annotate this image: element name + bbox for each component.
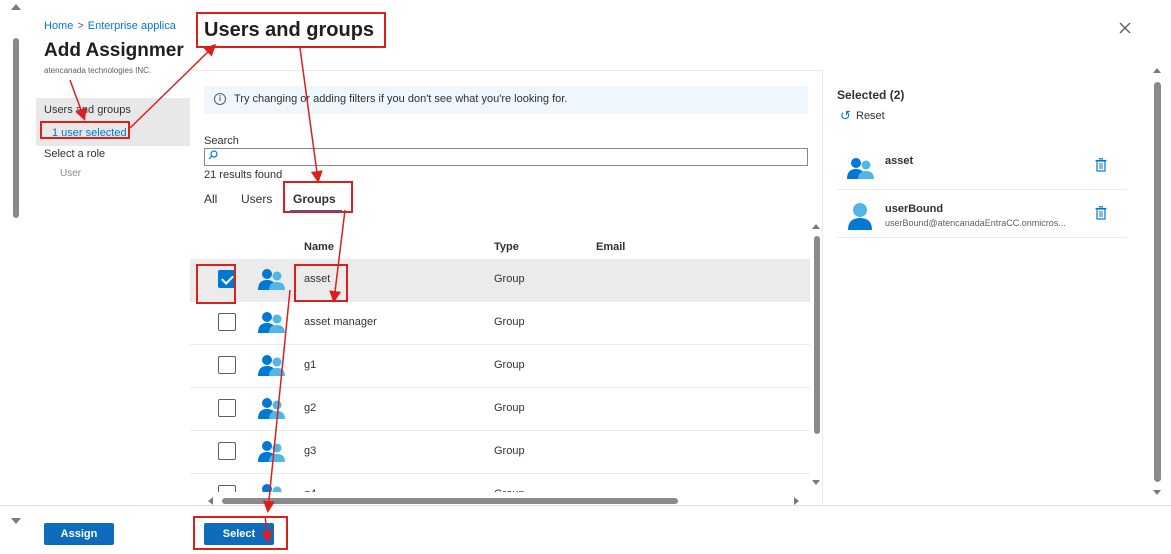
tab-users[interactable]: Users	[241, 192, 272, 206]
row-checkbox[interactable]	[218, 399, 236, 417]
annotation-box-user-selected	[40, 121, 130, 139]
row-name: g1	[304, 359, 317, 371]
info-text: Try changing or adding filters if you do…	[234, 93, 568, 105]
table-horizontal-scrollbar[interactable]	[204, 496, 808, 506]
annotation-box-asset	[294, 264, 348, 302]
search-input[interactable]	[204, 148, 808, 166]
scroll-left-arrow-icon[interactable]	[208, 497, 213, 505]
row-checkbox[interactable]	[218, 356, 236, 374]
selected-item-name: asset	[885, 155, 914, 167]
results-count: 21 results found	[204, 169, 283, 181]
table-row[interactable]: g3 Group	[190, 431, 810, 474]
side-nav-select-role-label: Select a role	[44, 148, 106, 160]
scroll-up-arrow-icon[interactable]	[11, 4, 21, 10]
scroll-right-arrow-icon[interactable]	[794, 497, 799, 505]
breadcrumb: Home > Enterprise applica	[44, 20, 176, 32]
scroll-down-arrow-icon[interactable]	[11, 518, 21, 524]
assign-button[interactable]: Assign	[44, 523, 114, 545]
info-icon: i	[214, 93, 226, 105]
side-nav-users-groups-label: Users and groups	[44, 104, 131, 116]
selected-panel-scrollbar[interactable]	[1150, 62, 1164, 502]
panel-divider	[190, 70, 820, 71]
left-blade	[0, 0, 190, 554]
reset-button[interactable]: Reset	[856, 110, 885, 122]
table-row[interactable]: g2 Group	[190, 388, 810, 431]
results-table: asset Group asset manager Group g1 Group…	[190, 222, 810, 492]
breadcrumb-enterprise-apps[interactable]: Enterprise applica	[88, 20, 176, 32]
scrollbar-thumb[interactable]	[814, 236, 820, 434]
user-icon	[848, 203, 872, 230]
row-type: Group	[494, 273, 525, 285]
group-icon	[258, 312, 285, 333]
search-icon	[208, 150, 218, 160]
row-checkbox[interactable]	[218, 442, 236, 460]
scrollbar-thumb[interactable]	[222, 498, 678, 504]
selected-item-email: userBound@atencanadaEntraCC.onmicros...	[885, 218, 1066, 228]
group-icon	[258, 441, 285, 462]
scrollbar-thumb[interactable]	[1154, 82, 1161, 482]
row-type: Group	[494, 488, 525, 492]
trash-icon[interactable]	[1095, 206, 1107, 220]
table-row[interactable]: asset manager Group	[190, 302, 810, 345]
row-checkbox[interactable]	[218, 313, 236, 331]
row-type: Group	[494, 359, 525, 371]
selected-item: asset	[837, 144, 1127, 190]
row-name: g4	[304, 488, 316, 492]
row-type: Group	[494, 402, 525, 414]
page-subtitle: atencanada technologies INC.	[44, 66, 152, 75]
scroll-down-arrow-icon[interactable]	[1153, 490, 1161, 495]
table-row[interactable]: asset Group	[190, 259, 810, 302]
close-icon[interactable]	[1117, 20, 1133, 36]
group-icon	[847, 158, 874, 179]
row-type: Group	[494, 445, 525, 457]
annotation-box-select-button	[193, 516, 288, 550]
table-row[interactable]: g4 Group	[190, 474, 810, 492]
breadcrumb-home[interactable]: Home	[44, 20, 73, 32]
group-icon	[258, 269, 285, 290]
table-vertical-scrollbar[interactable]	[812, 222, 822, 487]
scroll-down-arrow-icon[interactable]	[812, 480, 820, 485]
selected-panel-divider	[822, 70, 823, 506]
search-label: Search	[204, 135, 239, 147]
group-icon	[258, 355, 285, 376]
scrollbar-thumb[interactable]	[13, 38, 19, 218]
group-icon	[262, 484, 282, 492]
row-name: g3	[304, 445, 317, 457]
scroll-up-arrow-icon[interactable]	[1153, 68, 1161, 73]
page-scrollbar[interactable]	[8, 0, 24, 554]
annotation-box-groups-tab	[283, 181, 353, 213]
scroll-up-arrow-icon[interactable]	[812, 224, 820, 229]
group-icon	[258, 398, 285, 419]
page-title: Add Assignmer	[44, 40, 184, 61]
row-checkbox[interactable]	[218, 485, 236, 492]
side-nav-role-value[interactable]: User	[60, 168, 81, 179]
annotation-box-title	[196, 12, 386, 48]
row-name: g2	[304, 402, 317, 414]
reset-icon[interactable]: ↺	[840, 108, 851, 124]
selected-item: userBound userBound@atencanadaEntraCC.on…	[837, 192, 1127, 238]
selected-item-name: userBound	[885, 203, 944, 215]
breadcrumb-separator: >	[77, 20, 84, 32]
trash-icon[interactable]	[1095, 158, 1107, 172]
annotation-box-checkbox	[196, 264, 236, 304]
row-name: asset manager	[304, 316, 377, 328]
row-type: Group	[494, 316, 525, 328]
table-row[interactable]: g1 Group	[190, 345, 810, 388]
tab-all[interactable]: All	[204, 192, 217, 206]
selected-title: Selected (2)	[837, 88, 905, 102]
